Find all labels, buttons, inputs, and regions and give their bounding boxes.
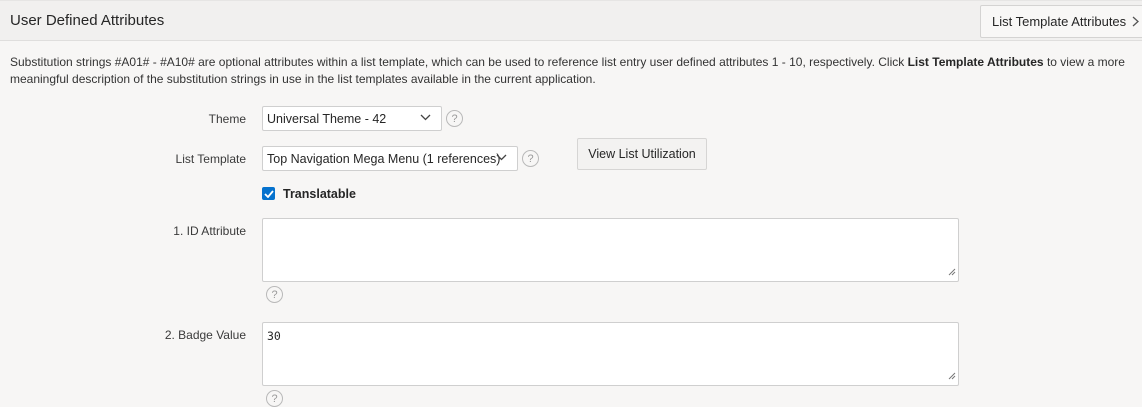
attr2-value: 30	[267, 329, 281, 343]
view-list-utilization-button[interactable]: View List Utilization	[577, 138, 707, 170]
description-text-1: Substitution strings #A01# - #A10# are o…	[10, 55, 908, 69]
region-title: User Defined Attributes	[10, 12, 165, 29]
theme-label: Theme	[208, 112, 246, 126]
theme-help-icon[interactable]: ?	[446, 110, 463, 127]
list-template-help-icon[interactable]: ?	[522, 150, 539, 167]
resize-grip-icon[interactable]	[948, 369, 956, 383]
list-template-label: List Template	[175, 152, 246, 166]
region-description: Substitution strings #A01# - #A10# are o…	[10, 54, 1135, 88]
attr1-help-icon[interactable]: ?	[266, 286, 283, 303]
check-icon	[263, 189, 274, 198]
chevron-right-icon	[1132, 16, 1140, 27]
attr2-help-icon[interactable]: ?	[266, 390, 283, 407]
translatable-checkbox[interactable]	[262, 187, 275, 200]
translatable-label: Translatable	[283, 187, 356, 201]
list-template-attributes-button[interactable]: List Template Attributes	[980, 5, 1142, 38]
list-template-select-value: Top Navigation Mega Menu (1 references)	[267, 151, 501, 166]
attr2-label: 2. Badge Value	[164, 328, 246, 342]
chevron-down-icon	[420, 114, 431, 121]
description-bold-link-text: List Template Attributes	[907, 55, 1044, 69]
attr2-textarea[interactable]: 30	[262, 322, 959, 386]
theme-select[interactable]: Universal Theme - 42	[262, 106, 442, 131]
list-template-attributes-label: List Template Attributes	[992, 14, 1127, 29]
region-header: User Defined Attributes List Template At…	[0, 0, 1142, 41]
list-template-select[interactable]: Top Navigation Mega Menu (1 references)	[262, 146, 518, 171]
theme-select-value: Universal Theme - 42	[267, 111, 387, 126]
attr1-textarea[interactable]	[262, 218, 959, 282]
chevron-down-icon	[496, 154, 507, 161]
attr1-label: 1. ID Attribute	[173, 224, 246, 238]
resize-grip-icon[interactable]	[948, 265, 956, 279]
